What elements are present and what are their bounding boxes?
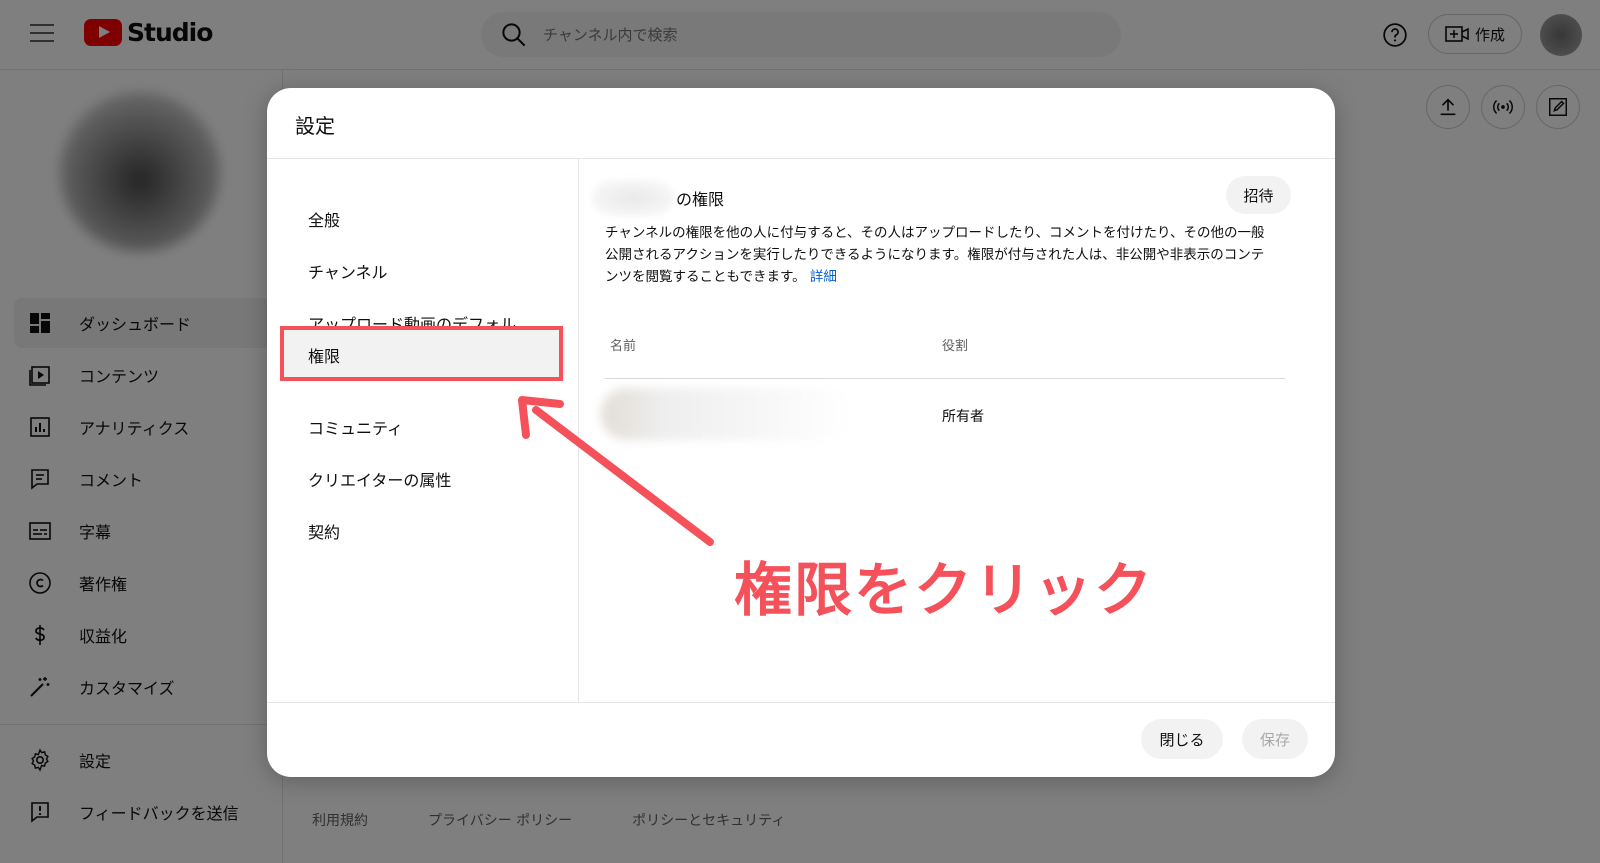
user-redacted: [601, 388, 851, 440]
channel-name-redacted: [592, 180, 674, 216]
dialog-title: 設定: [295, 114, 335, 138]
settings-menu-permissions[interactable]: 権限: [280, 328, 565, 381]
column-header-name: 名前: [610, 339, 637, 354]
invite-button[interactable]: 招待: [1226, 176, 1291, 214]
user-role: 所有者: [942, 409, 984, 425]
permissions-heading: の権限: [592, 180, 1017, 216]
settings-menu-general[interactable]: 全般: [280, 192, 565, 245]
close-button[interactable]: 閉じる: [1141, 719, 1223, 759]
table-divider: [605, 378, 1285, 379]
permissions-title: の権限: [676, 190, 725, 209]
learn-more-link[interactable]: 詳細: [810, 269, 837, 285]
settings-dialog: 設定 全般 チャンネル アップロード動画のデフォル... 権限 コミュニティ ク…: [267, 88, 1335, 777]
menu-item-label: クリエイターの属性: [308, 470, 452, 490]
dialog-divider-bottom: [267, 702, 1335, 703]
settings-menu-creator-attributes[interactable]: クリエイターの属性: [280, 452, 565, 505]
settings-menu-community[interactable]: コミュニティ: [280, 400, 565, 453]
settings-menu-agreements[interactable]: 契約: [280, 504, 565, 557]
menu-item-label: 権限: [308, 346, 341, 366]
dialog-divider-vertical: [578, 159, 579, 702]
permissions-description-text: チャンネルの権限を他の人に付与すると、その人はアップロードしたり、コメントを付け…: [605, 225, 1265, 285]
menu-item-label: チャンネル: [308, 262, 388, 282]
save-button[interactable]: 保存: [1242, 719, 1308, 759]
menu-item-label: コミュニティ: [308, 418, 404, 438]
column-header-role: 役割: [942, 339, 969, 354]
dialog-divider-top: [267, 158, 1335, 159]
annotation-text: 権限をクリック: [734, 556, 1155, 624]
settings-menu-channel[interactable]: チャンネル: [280, 244, 565, 297]
permissions-description: チャンネルの権限を他の人に付与すると、その人はアップロードしたり、コメントを付け…: [605, 222, 1270, 288]
menu-item-label: 全般: [308, 210, 341, 230]
menu-item-label: 契約: [308, 522, 341, 542]
